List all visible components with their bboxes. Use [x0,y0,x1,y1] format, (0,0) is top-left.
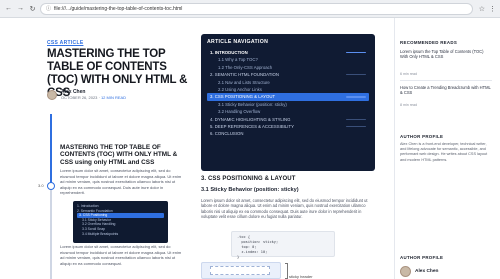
section-subtitle: 3.1 Sticky Behavior (position: sticky) [201,187,299,193]
toc-item-label: 4. DYNAMIC HIGHLIGHTING & STYLING [210,116,291,122]
recommended-heading: RECOMMENDED READS [400,40,458,45]
toc-item[interactable]: 1. INTRODUCTION [207,49,369,56]
preview-toc-item: 3.4 Multiple Breakpoints [82,231,119,236]
sidebar-author-name: Alex Chen [415,269,439,274]
toc-heading: ARTICLE NAVIGATION [207,39,269,45]
forward-icon[interactable]: → [16,4,25,13]
article-paragraph: Lorem ipsum dolor sit amet, consectetur … [60,244,182,266]
page: CSS ARTICLE MASTERING THE TOP TABLE OF C… [0,18,500,279]
toc-progress-bar [346,118,366,120]
toc-item[interactable]: 2.2 Using Anchor Links [207,86,369,93]
recommended-link[interactable]: Lorem ipsum the Top Table of Contents (T… [400,49,492,60]
toc-item[interactable]: 2.1 Nav and Lists Structure [207,79,369,86]
author-profile-heading: AUTHOR PROFILE [400,134,444,139]
toc-item[interactable]: 4. DYNAMIC HIGHLIGHTING & STYLING [207,116,369,123]
article-navigation: ARTICLE NAVIGATION 1. INTRODUCTION 1.1 Wh… [201,34,375,171]
author-card[interactable]: Alex Chen [400,266,438,277]
section-paragraph: Lorem ipsum dolor sit amet, consectetur … [201,198,368,220]
toc-item-label: 3.2 Handling Overflow [218,109,261,115]
recommended-link[interactable]: How to Create a Trending Breadcrumb with… [400,85,492,96]
toc-item-label: 1.2 The Only-CSS Approach [218,64,273,70]
read-time: 12 MIN READ [100,95,127,100]
toc-item-label: 6. CONCLUSION [210,131,244,137]
recommended-meta: 8 min read [400,103,417,107]
toc-item-label: 2.1 Nav and Lists Structure [218,79,270,85]
author-bio: Alex Chen is a front-end developer, tech… [400,142,488,162]
url-text: file:///.../guide/mastering-the-top-tabl… [54,5,183,12]
toc-item-label: 2.2 Using Anchor Links [218,86,262,92]
menu-icon[interactable]: ⋮ [489,5,496,13]
toc-progress-bar [346,74,366,76]
divider [400,80,492,81]
toc-progress-bar [346,96,366,98]
progress-marker [47,182,55,190]
toc-item[interactable]: 2. SEMANTIC HTML FOUNDATION [207,71,369,78]
toc-item[interactable]: 3.1 Sticky Behavior (position: sticky) [207,101,369,108]
sticky-bracket [285,263,288,279]
avatar [400,266,411,277]
toc-progress-bar [346,125,366,128]
article-paragraph: Lorem ipsum dolor sit amet, consectetur … [60,168,182,196]
toc-preview-image: 1. Introduction 2. Semantic Foundation 3. … [73,201,168,243]
toc-item[interactable]: 1.1 Why a Top TOC? [207,56,369,63]
recommended-meta: 6 min read [400,72,417,76]
browser-toolbar: ← → ↻ ⓘ file:///.../guide/mastering-the-… [0,0,500,18]
article-date: OCTOBER 26, 2023 · [61,95,101,100]
progress-number: 3.0 [38,183,44,188]
toc-item[interactable]: 5. DEEP REFERENCES & ACCESSIBILITY [207,123,369,130]
reload-icon[interactable]: ↻ [28,4,37,13]
toc-item[interactable]: 6. CONCLUSION [207,130,369,137]
avatar [47,89,57,100]
toc-item-label: 1.1 Why a Top TOC? [218,57,258,63]
author-row: Alex Chen OCTOBER 26, 2023 · 12 MIN READ [47,89,126,100]
star-icon[interactable]: ☆ [479,5,485,13]
back-icon[interactable]: ← [4,4,13,13]
toc-item-label: 3. CSS POSITIONING & LAYOUT [210,94,276,100]
toc-item-label: 3.1 Sticky Behavior (position: sticky) [218,101,287,107]
toc-item-label: 2. SEMANTIC HTML FOUNDATION [210,72,279,78]
author-profile-heading: AUTHOR PROFILE [400,255,444,260]
address-bar[interactable]: ⓘ file:///.../guide/mastering-the-top-ta… [40,2,473,15]
article-subtitle: MASTERING THE TOP TABLE OF CONTENTS (TOC… [60,144,178,166]
toc-list: 1. INTRODUCTION 1.1 Why a Top TOC? 1.2 The… [207,49,369,138]
toc-item-label: 1. INTRODUCTION [210,50,248,55]
toc-item-label: 5. DEEP REFERENCES & ACCESSIBILITY [210,123,294,129]
info-icon: ⓘ [46,6,52,12]
article-category[interactable]: CSS ARTICLE [47,40,83,46]
toc-item[interactable]: 3.2 Handling Overflow [207,108,369,115]
toc-progress-bar [346,52,366,54]
author-meta: OCTOBER 26, 2023 · 12 MIN READ [61,95,126,100]
toc-item[interactable]: 1.2 The Only-CSS Approach [207,64,369,71]
code-block: .toc { position: sticky; top: 0; z-index… [231,231,335,259]
toc-item[interactable]: 3. CSS POSITIONING & LAYOUT [207,93,369,101]
sticky-label: sticky header [289,274,313,279]
sticky-diagram-inner [210,266,270,275]
progress-timeline-fill [50,114,52,186]
section-title: 3. CSS POSITIONING & LAYOUT [201,176,296,182]
